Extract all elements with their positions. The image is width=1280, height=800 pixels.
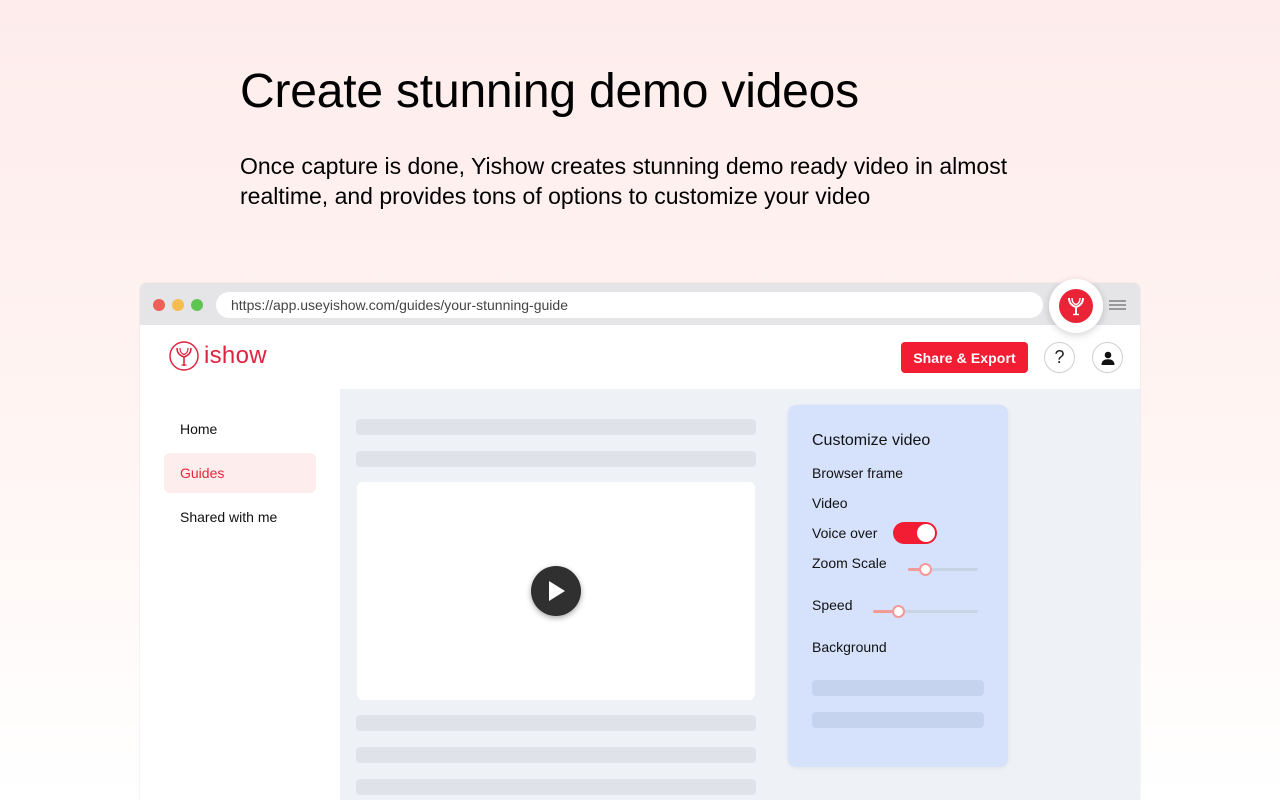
hamburger-menu-icon[interactable] <box>1109 300 1126 311</box>
yishow-logo-icon <box>169 341 199 371</box>
zoom-scale-slider[interactable] <box>908 562 978 576</box>
user-icon <box>1101 351 1114 365</box>
main-content: Customize video Browser frame Video Voic… <box>340 389 1140 800</box>
sidebar-item-home[interactable]: Home <box>164 409 316 449</box>
sidebar-item-guides[interactable]: Guides <box>164 453 316 493</box>
zoom-scale-label: Zoom Scale <box>812 555 887 571</box>
yishow-extension-button[interactable] <box>1049 279 1103 333</box>
play-button[interactable] <box>531 566 581 616</box>
voice-over-label: Voice over <box>812 525 878 541</box>
speed-slider[interactable] <box>873 604 978 618</box>
app-header: ishow Share & Export ? <box>140 325 1140 389</box>
sidebar-item-shared-with-me[interactable]: Shared with me <box>164 497 316 537</box>
browser-window: https://app.useyishow.com/guides/your-st… <box>140 283 1140 800</box>
help-button[interactable]: ? <box>1044 342 1075 373</box>
placeholder-line <box>356 419 756 435</box>
browser-titlebar: https://app.useyishow.com/guides/your-st… <box>140 283 1140 325</box>
logo-text: ishow <box>204 342 267 369</box>
placeholder-line <box>812 680 984 696</box>
yishow-logo-icon <box>1068 297 1084 316</box>
placeholder-line <box>356 451 756 467</box>
placeholder-line <box>356 715 756 731</box>
hero-subtext: Once capture is done, Yishow creates stu… <box>240 153 1008 209</box>
share-export-button[interactable]: Share & Export <box>901 342 1028 373</box>
placeholder-line <box>356 779 756 795</box>
close-window-button[interactable] <box>153 299 165 311</box>
speed-label: Speed <box>812 597 853 613</box>
video-option[interactable]: Video <box>812 495 848 511</box>
minimize-window-button[interactable] <box>172 299 184 311</box>
video-preview[interactable] <box>357 482 755 700</box>
customize-video-title: Customize video <box>812 432 931 449</box>
customize-video-panel: Customize video Browser frame Video Voic… <box>788 405 1008 767</box>
placeholder-line <box>356 747 756 763</box>
voice-over-toggle[interactable] <box>893 522 937 544</box>
user-account-button[interactable] <box>1092 342 1123 373</box>
hero-headline: Create stunning demo videos <box>240 65 859 118</box>
zoom-scale-slider-thumb[interactable] <box>919 563 932 576</box>
help-icon: ? <box>1054 347 1065 367</box>
maximize-window-button[interactable] <box>191 299 203 311</box>
play-icon <box>549 581 565 601</box>
placeholder-line <box>812 712 984 728</box>
speed-slider-thumb[interactable] <box>892 605 905 618</box>
browser-frame-option[interactable]: Browser frame <box>812 465 903 481</box>
url-bar[interactable]: https://app.useyishow.com/guides/your-st… <box>216 292 1043 318</box>
yishow-logo[interactable]: ishow <box>168 340 267 372</box>
background-option[interactable]: Background <box>812 639 887 655</box>
sidebar: Home Guides Shared with me <box>140 389 340 800</box>
